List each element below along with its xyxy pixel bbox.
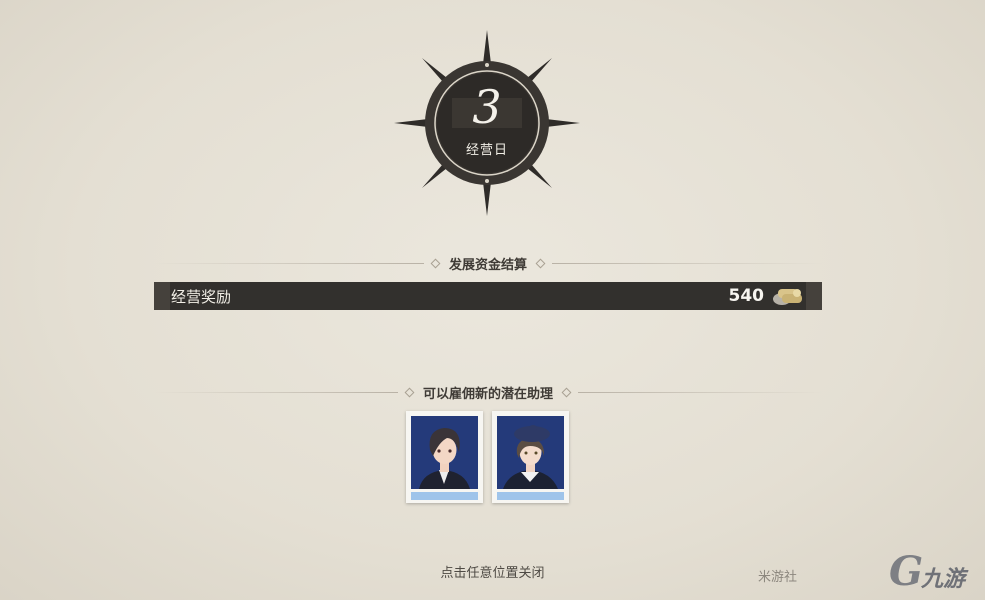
card-stripe	[411, 492, 478, 500]
coin-bundle-icon	[773, 289, 802, 305]
divider-line	[154, 262, 424, 264]
assistants-section-header: 可以雇佣新的潜在助理	[154, 382, 823, 402]
card-stripe	[497, 492, 564, 500]
day-label: 经营日	[465, 143, 508, 158]
assistant-card-1[interactable]	[406, 411, 483, 503]
watermark-logo-text: 九游	[921, 567, 966, 592]
day-number: 3	[472, 80, 502, 134]
reward-label: 经营奖励	[171, 287, 232, 306]
reward-value: 540	[728, 286, 765, 306]
watermark-logo: G 九游	[887, 548, 979, 595]
day-emblem: 3 经营日	[392, 28, 582, 218]
divider-line	[552, 262, 823, 264]
assistants-section-title: 可以雇佣新的潜在助理	[423, 386, 554, 402]
divider-line	[154, 391, 398, 393]
assistant-card-2[interactable]	[492, 411, 569, 503]
bar-ornament-left	[154, 282, 170, 310]
reward-bar: 经营奖励 540	[154, 282, 822, 310]
bar-ornament-right	[806, 282, 822, 310]
close-hint[interactable]: 点击任意位置关闭	[0, 562, 985, 581]
assistant-portrait-icon	[411, 416, 478, 489]
assistant-cards	[406, 411, 569, 503]
assistant-portrait-icon	[497, 416, 564, 489]
funds-section-header: 发展资金结算	[154, 253, 823, 273]
watermark-text: 米游社	[758, 570, 798, 585]
diamond-ornament-icon	[430, 258, 441, 268]
divider-line	[578, 391, 823, 393]
diamond-ornament-icon	[561, 387, 572, 397]
diamond-ornament-icon	[535, 258, 546, 268]
diamond-ornament-icon	[404, 387, 415, 397]
watermark-logo-letter: G	[889, 548, 924, 595]
funds-section-title: 发展资金结算	[449, 257, 528, 273]
